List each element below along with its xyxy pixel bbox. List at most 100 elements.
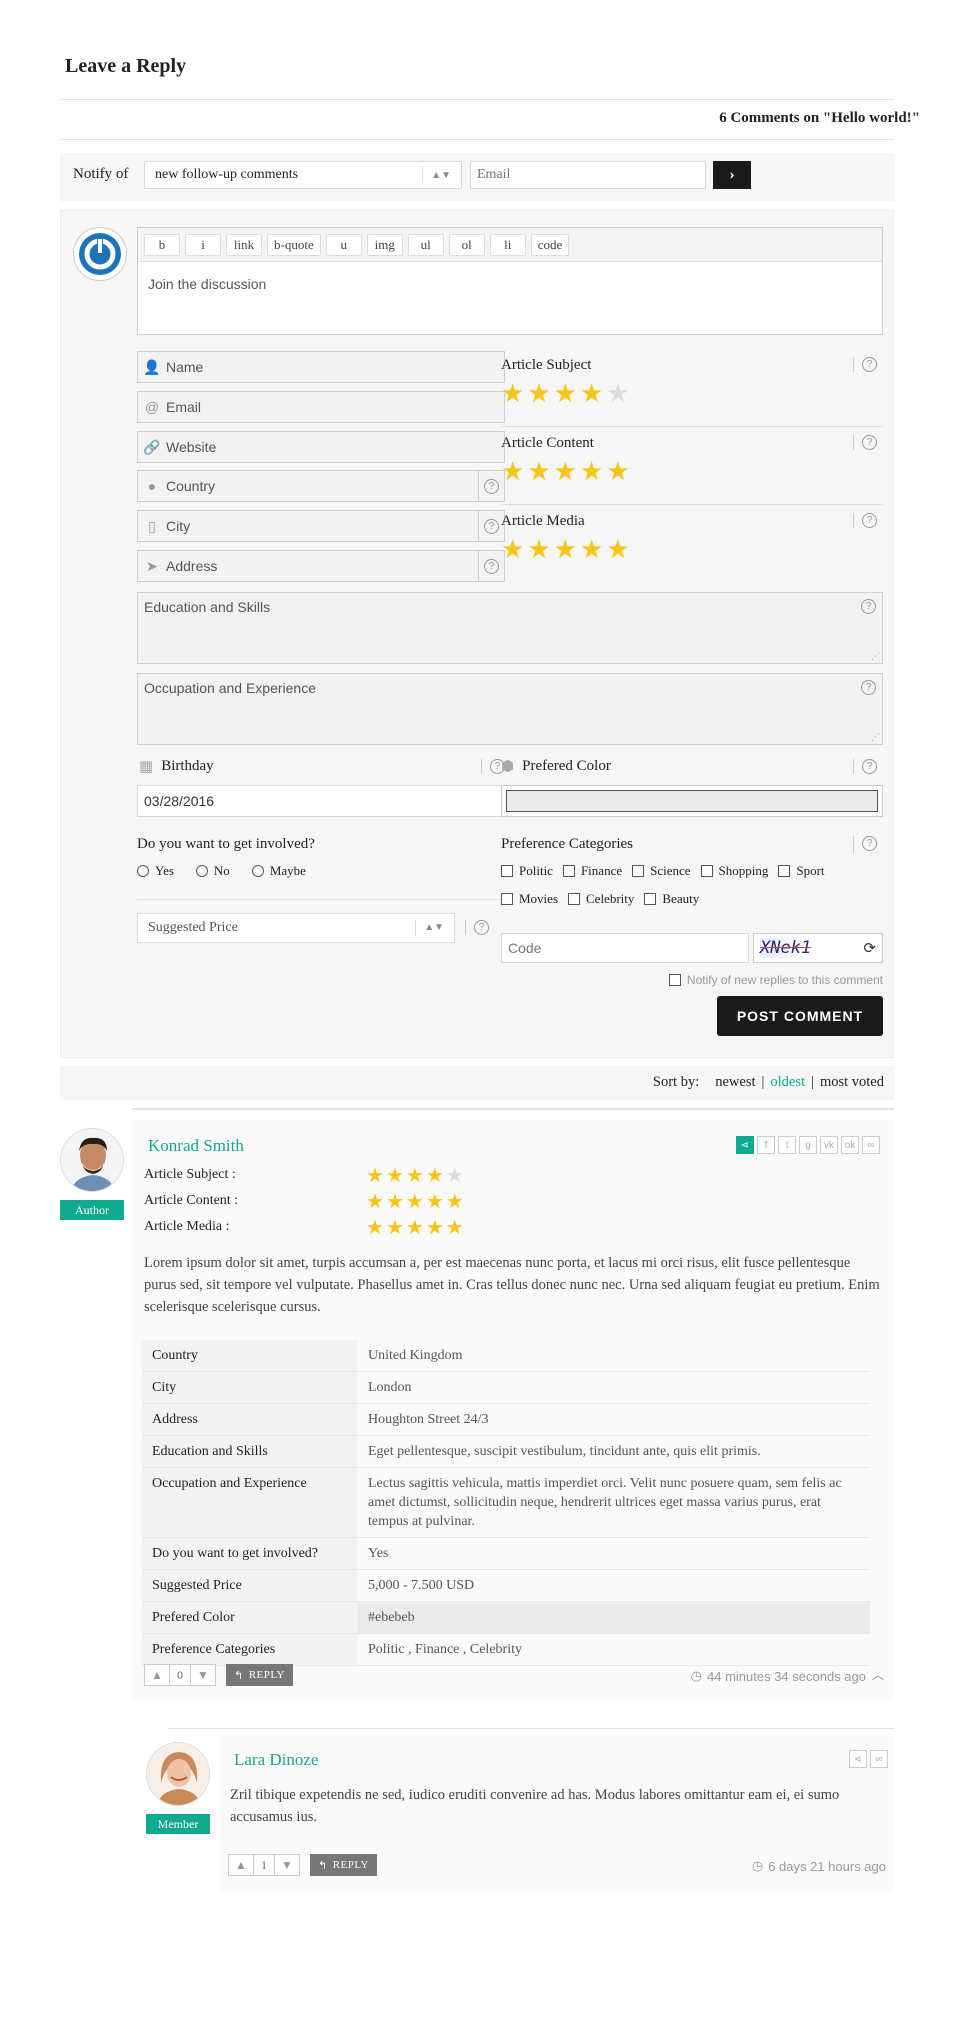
website-field[interactable]: 🔗 Website xyxy=(137,431,505,463)
star-icon[interactable]: ★ xyxy=(554,459,577,485)
google-plus-icon[interactable]: g xyxy=(799,1136,817,1154)
education-placeholder: Education and Skills xyxy=(144,599,271,615)
notify-replies-checkbox[interactable] xyxy=(668,974,681,986)
radio-no[interactable]: No xyxy=(195,863,230,879)
notify-select[interactable]: new follow-up comments ▲▼ xyxy=(144,161,462,189)
avatar xyxy=(60,1128,124,1192)
comment-editor[interactable]: b i link b-quote u img ul ol li code Joi… xyxy=(137,227,883,335)
italic-button[interactable]: i xyxy=(185,233,221,256)
star-icon[interactable]: ★ xyxy=(501,537,524,563)
star-icon[interactable]: ★ xyxy=(554,381,577,407)
notify-email-input[interactable]: Email xyxy=(470,161,706,189)
price-help-icon[interactable]: ? xyxy=(465,920,489,935)
refresh-icon[interactable]: ⟳ xyxy=(863,939,876,957)
share-icon[interactable]: ⋖ xyxy=(736,1136,754,1154)
notify-submit-button[interactable]: › xyxy=(713,161,751,189)
resize-grip-icon[interactable]: ⋰ xyxy=(871,732,880,743)
reply-button[interactable]: ↰ REPLY xyxy=(310,1854,377,1876)
color-help-icon[interactable]: ? xyxy=(853,759,877,774)
star-icon[interactable]: ★ xyxy=(527,381,550,407)
star-icon[interactable]: ★ xyxy=(580,381,603,407)
star-rating-input[interactable]: ★ ★ ★ ★ ★ xyxy=(501,537,630,563)
categories-help-icon[interactable]: ? xyxy=(853,836,877,853)
star-icon[interactable]: ★ xyxy=(606,381,629,407)
rating-help-icon[interactable]: ? xyxy=(853,513,877,528)
radio-yes[interactable]: Yes xyxy=(137,863,174,879)
sort-oldest-link[interactable]: oldest xyxy=(770,1074,805,1091)
checkbox-beauty[interactable]: Beauty xyxy=(644,891,699,907)
facebook-icon[interactable]: f xyxy=(757,1136,775,1154)
star-icon[interactable]: ★ xyxy=(527,459,550,485)
link-button[interactable]: link xyxy=(226,233,262,256)
thumbs-down-icon[interactable]: ▼ xyxy=(274,1854,300,1876)
education-textarea[interactable]: Education and Skills ? ⋰ xyxy=(137,592,883,664)
rating-help-icon[interactable]: ? xyxy=(853,357,877,372)
resize-grip-icon[interactable]: ⋰ xyxy=(871,651,880,662)
table-row: Preference Categories Politic , Finance ,… xyxy=(142,1633,870,1666)
code-button[interactable]: code xyxy=(530,233,570,256)
sort-most-voted-link[interactable]: most voted xyxy=(820,1074,884,1091)
rating-help-icon[interactable]: ? xyxy=(853,435,877,450)
checkbox-celebrity[interactable]: Celebrity xyxy=(568,891,634,907)
vk-icon[interactable]: vk xyxy=(820,1136,838,1154)
image-button[interactable]: img xyxy=(366,233,403,256)
comment-info-table: Country United Kingdom City London Address… xyxy=(142,1340,870,1666)
star-rating: ★ ★ ★ ★ ★ xyxy=(366,1165,464,1185)
email-field[interactable]: @ Email xyxy=(137,391,505,423)
checkbox-politic[interactable]: Politic xyxy=(501,863,553,879)
star-icon[interactable]: ★ xyxy=(501,459,524,485)
country-field[interactable]: ● Country ? xyxy=(137,470,505,502)
sort-newest-link[interactable]: newest xyxy=(715,1074,755,1091)
education-help-icon[interactable]: ? xyxy=(861,599,876,614)
star-icon[interactable]: ★ xyxy=(606,459,629,485)
unordered-list-button[interactable]: ul xyxy=(407,233,444,256)
checkbox-movies[interactable]: Movies xyxy=(501,891,558,907)
radio-maybe[interactable]: Maybe xyxy=(251,863,306,879)
post-comment-button[interactable]: POST COMMENT xyxy=(717,996,883,1036)
occupation-help-icon[interactable]: ? xyxy=(861,680,876,695)
comment-author-name[interactable]: Konrad Smith xyxy=(148,1136,244,1156)
share-icon[interactable]: ⋖ xyxy=(849,1750,867,1768)
checkbox-science[interactable]: Science xyxy=(632,863,691,879)
vote-controls: ▲ 0 ▼ ↰ REPLY xyxy=(144,1664,293,1686)
table-row: Occupation and Experience Lectus sagittis… xyxy=(142,1467,870,1538)
checkbox-shopping[interactable]: Shopping xyxy=(700,863,768,879)
star-rating-input[interactable]: ★ ★ ★ ★ ★ xyxy=(501,381,630,407)
star-icon[interactable]: ★ xyxy=(580,459,603,485)
link-icon[interactable]: ∞ xyxy=(870,1750,888,1768)
captcha-code-input[interactable]: Code xyxy=(501,933,749,963)
city-field[interactable]: ▯ City ? xyxy=(137,510,505,542)
thumbs-up-icon[interactable]: ▲ xyxy=(144,1664,170,1686)
star-rating-input[interactable]: ★ ★ ★ ★ ★ xyxy=(501,459,630,485)
odnoklassniki-icon[interactable]: ok xyxy=(841,1136,859,1154)
checkbox-sport[interactable]: Sport xyxy=(778,863,825,879)
notify-replies-row[interactable]: Notify of new replies to this comment xyxy=(641,973,883,987)
address-field[interactable]: ➤ Address ? xyxy=(137,550,505,582)
star-icon[interactable]: ★ xyxy=(501,381,524,407)
thumbs-down-icon[interactable]: ▼ xyxy=(190,1664,216,1686)
link-icon[interactable]: ∞ xyxy=(862,1136,880,1154)
color-picker[interactable] xyxy=(501,785,883,817)
underline-button[interactable]: u xyxy=(325,233,362,256)
name-field[interactable]: 👤 Name xyxy=(137,351,505,383)
list-item-button[interactable]: li xyxy=(489,233,526,256)
checkbox-finance[interactable]: Finance xyxy=(562,863,622,879)
thumbs-up-icon[interactable]: ▲ xyxy=(228,1854,254,1876)
star-icon[interactable]: ★ xyxy=(527,537,550,563)
twitter-icon[interactable]: t xyxy=(778,1136,796,1154)
occupation-textarea[interactable]: Occupation and Experience ? ⋰ xyxy=(137,673,883,745)
star-icon[interactable]: ★ xyxy=(580,537,603,563)
ordered-list-button[interactable]: ol xyxy=(448,233,485,256)
address-placeholder: Address xyxy=(166,558,218,574)
bold-button[interactable]: b xyxy=(144,233,180,256)
reply-button[interactable]: ↰ REPLY xyxy=(226,1664,293,1686)
birthday-input[interactable]: 03/28/2016 xyxy=(137,785,505,817)
suggested-price-select[interactable]: Suggested Price ▲▼ xyxy=(137,913,455,943)
star-icon[interactable]: ★ xyxy=(606,537,629,563)
comment-author-name[interactable]: Lara Dinoze xyxy=(234,1750,318,1770)
star-icon[interactable]: ★ xyxy=(554,537,577,563)
collapse-icon[interactable]: ︿ xyxy=(872,1666,884,1683)
divider xyxy=(132,1108,894,1110)
color-swatch xyxy=(506,790,878,812)
blockquote-button[interactable]: b-quote xyxy=(267,233,321,256)
